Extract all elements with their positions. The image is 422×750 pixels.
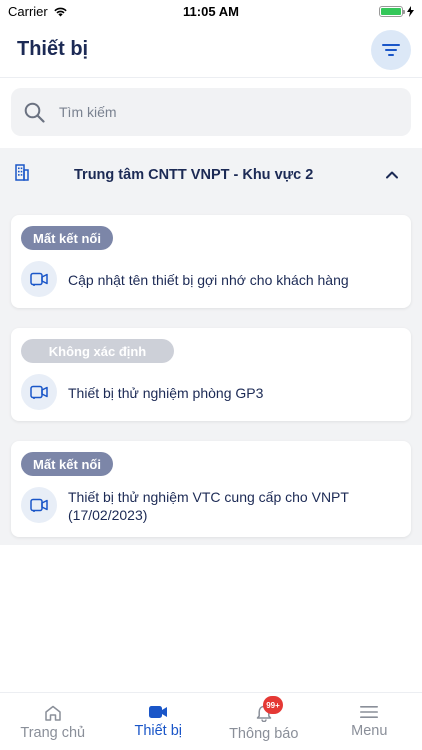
- home-icon: [45, 705, 61, 721]
- status-bar: Carrier 11:05 AM: [0, 0, 422, 22]
- tab-label: Trang chủ: [20, 725, 86, 741]
- building-icon: [15, 164, 29, 181]
- group-header[interactable]: Trung tâm CNTT VNPT - Khu vực 2: [0, 148, 422, 200]
- search-input[interactable]: [59, 104, 379, 120]
- device-card[interactable]: Không xác định Thiết bị thử nghiệm phòng…: [11, 328, 411, 421]
- charging-icon: [407, 5, 414, 17]
- page-title: Thiết bị: [17, 38, 89, 60]
- tab-home[interactable]: Trang chủ: [0, 693, 106, 750]
- status-right: [379, 5, 414, 17]
- camera-icon: [149, 706, 168, 718]
- status-badge: Mất kết nối: [21, 226, 113, 250]
- status-badge: Không xác định: [21, 339, 174, 363]
- device-name: Cập nhật tên thiết bị gợi nhớ cho khách …: [68, 272, 349, 288]
- search-icon: [24, 102, 45, 123]
- video-camera-icon: [21, 374, 57, 410]
- menu-icon: [360, 706, 379, 718]
- device-card[interactable]: Mất kết nối Thiết bị thử nghiệm VTC cung…: [11, 441, 411, 537]
- tab-menu[interactable]: Menu: [317, 693, 422, 750]
- tab-label: Thiết bị: [134, 723, 183, 739]
- status-badge: Mất kết nối: [21, 452, 113, 476]
- filter-button[interactable]: [371, 29, 411, 70]
- device-name: Thiết bị thử nghiệm VTC cung cấp cho VNP…: [68, 489, 349, 523]
- app-header: Thiết bị: [0, 22, 422, 78]
- chevron-up-icon[interactable]: [384, 167, 400, 183]
- device-card[interactable]: Mất kết nối Cập nhật tên thiết bị gợi nh…: [11, 215, 411, 308]
- video-camera-icon: [21, 261, 57, 297]
- tab-label: Thông báo: [229, 726, 299, 742]
- carrier-label: Carrier: [8, 3, 48, 19]
- device-name: Thiết bị thử nghiệm phòng GP3: [68, 385, 264, 401]
- tab-devices[interactable]: Thiết bị: [106, 693, 212, 750]
- wifi-icon: [54, 7, 67, 16]
- tab-label: Menu: [351, 723, 388, 739]
- search-box[interactable]: [11, 88, 411, 136]
- group-title: Trung tâm CNTT VNPT - Khu vực 2: [74, 167, 314, 183]
- battery-icon: [379, 5, 405, 17]
- video-camera-icon: [21, 487, 57, 523]
- notification-count-badge: 99+: [263, 696, 283, 714]
- tab-notifications[interactable]: 99+ Thông báo: [211, 693, 317, 750]
- filter-icon: [382, 43, 400, 56]
- status-left: Carrier: [8, 4, 68, 19]
- tab-bar: Trang chủ Thiết bị 99+ Thông báo Menu: [0, 692, 422, 750]
